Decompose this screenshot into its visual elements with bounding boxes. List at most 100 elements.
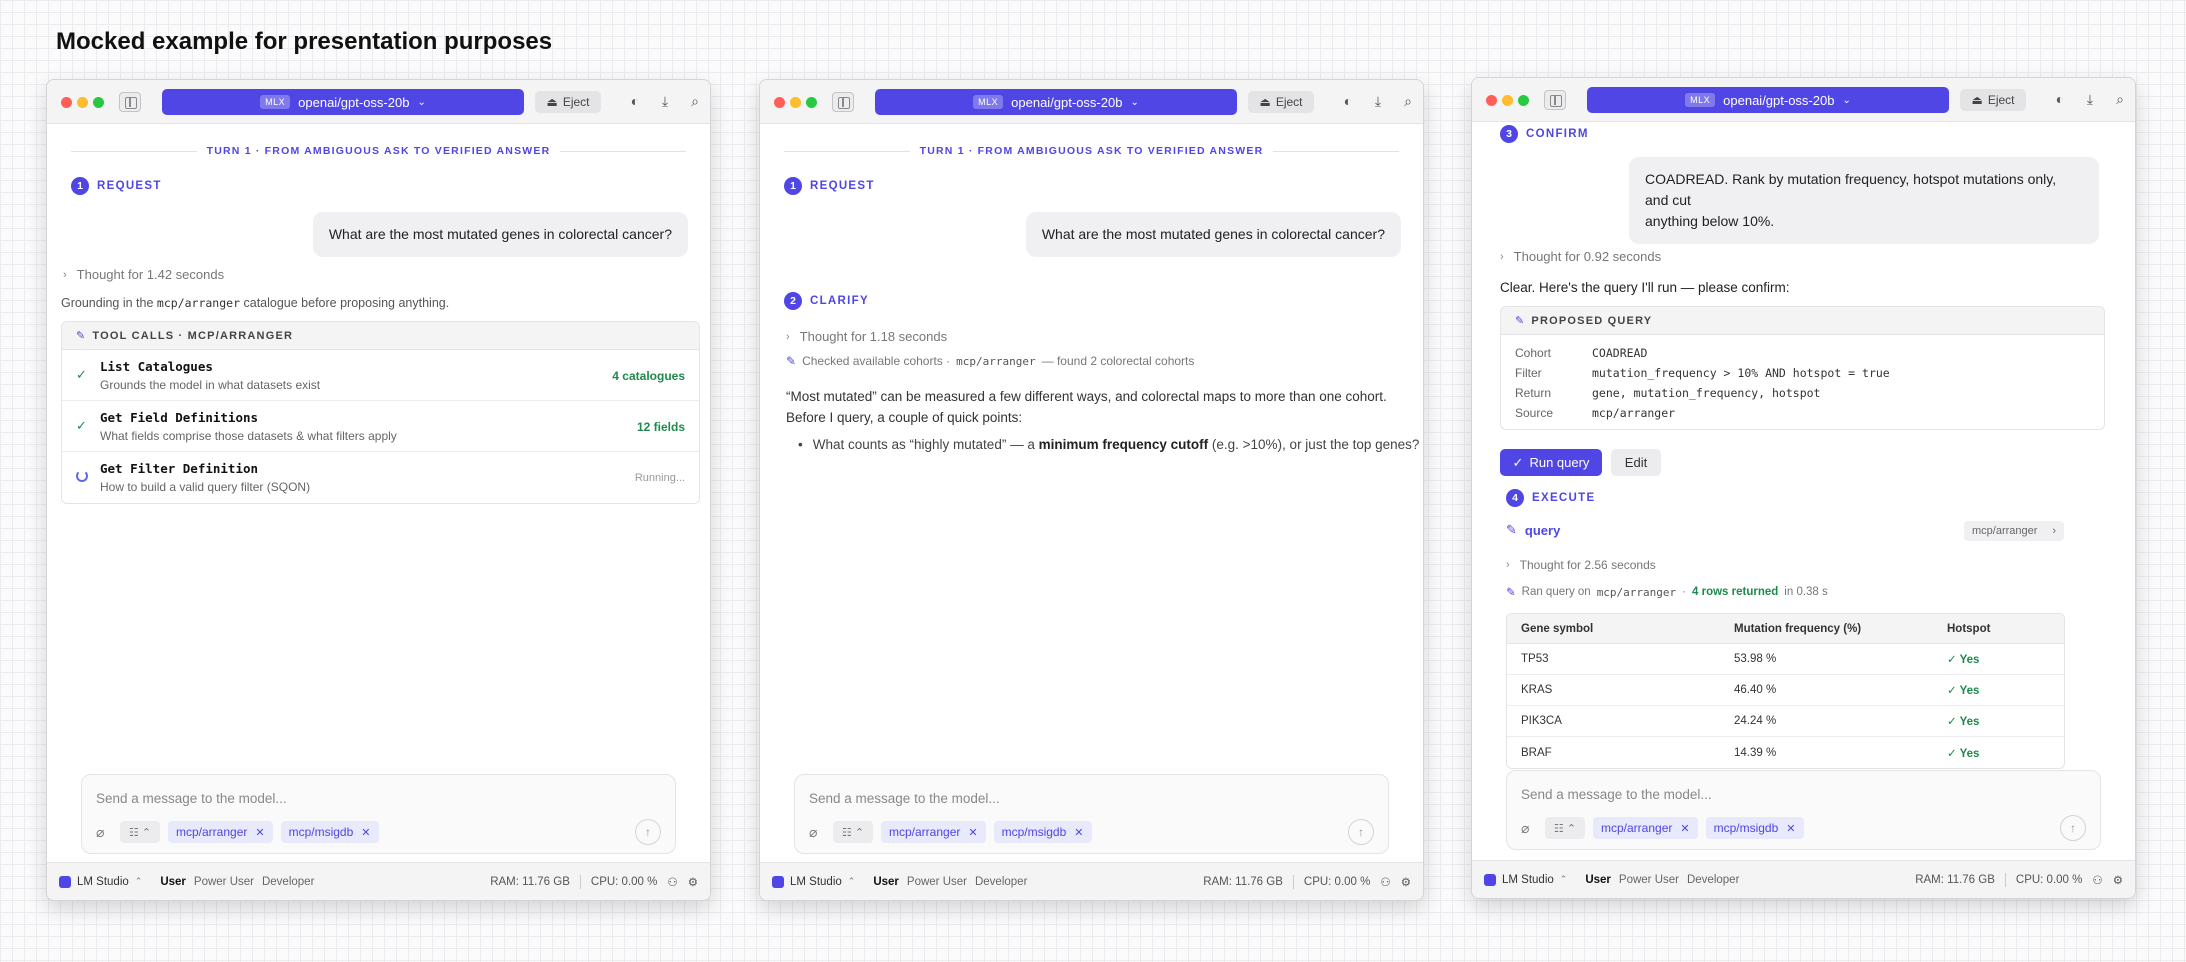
query-source-tag[interactable]: mcp/arranger › <box>1964 521 2064 541</box>
eject-button[interactable]: ⏏ Eject <box>535 91 601 113</box>
tool-desc: Grounds the model in what datasets exist <box>100 378 321 392</box>
user-icon[interactable]: ⚇ <box>667 875 677 889</box>
palette-icon[interactable]: ◐ <box>2052 91 2068 108</box>
maximize-window-button[interactable] <box>1518 95 1529 106</box>
chevron-up-icon[interactable]: ⌃ <box>135 876 143 887</box>
gear-icon[interactable]: ⚙ <box>688 875 698 889</box>
paperclip-icon[interactable]: ⌀ <box>809 824 825 841</box>
close-icon[interactable]: ✕ <box>361 826 370 839</box>
thought-toggle[interactable]: › Thought for 1.18 seconds <box>786 329 947 344</box>
table-row: PIK3CA 24.24 % ✓ Yes <box>1507 706 2064 737</box>
message-input[interactable]: Send a message to the model... <box>809 791 1000 806</box>
send-button[interactable]: ↑ <box>2060 815 2086 841</box>
close-icon[interactable]: ✕ <box>968 826 977 839</box>
app-name[interactable]: LM Studio <box>77 876 129 888</box>
search-icon[interactable]: ⌕ <box>2112 91 2128 108</box>
mcp-chip[interactable]: mcp/msigdb ✕ <box>993 821 1092 843</box>
mode-developer[interactable]: Developer <box>262 876 314 888</box>
close-window-button[interactable] <box>774 97 785 108</box>
column-header[interactable]: Hotspot <box>1933 623 2064 635</box>
ram-readout: RAM: 11.76 GB <box>1915 874 1995 886</box>
mode-user[interactable]: User <box>160 876 186 888</box>
query-row-cohort: Cohort COADREAD <box>1501 343 2104 363</box>
download-icon[interactable]: ⤓ <box>1370 93 1386 110</box>
options-dropdown[interactable]: ☷ ⌃ <box>1545 817 1585 839</box>
maximize-window-button[interactable] <box>806 97 817 108</box>
answer-line-1: COADREAD. Rank by mutation frequency, ho… <box>1645 171 2057 208</box>
mcp-chip[interactable]: mcp/arranger ✕ <box>881 821 986 843</box>
mode-power-user[interactable]: Power User <box>194 876 254 888</box>
tool-result: 12 fields <box>636 420 685 434</box>
user-icon[interactable]: ⚇ <box>1380 875 1390 889</box>
options-dropdown[interactable]: ☷ ⌃ <box>120 821 160 843</box>
eject-button[interactable]: ⏏ Eject <box>1248 91 1314 113</box>
thought-toggle[interactable]: › Thought for 2.56 seconds <box>1506 558 1656 572</box>
step-number: 3 <box>1500 125 1518 143</box>
sidebar-toggle-icon[interactable] <box>1544 90 1566 110</box>
sidebar-toggle-icon[interactable] <box>832 92 854 112</box>
message-input[interactable]: Send a message to the model... <box>96 791 287 806</box>
send-button[interactable]: ↑ <box>1348 819 1374 845</box>
search-icon[interactable]: ⌕ <box>1400 93 1416 110</box>
minimize-window-button[interactable] <box>790 97 801 108</box>
close-icon[interactable]: ✕ <box>1680 822 1689 835</box>
app-name[interactable]: LM Studio <box>1502 874 1554 886</box>
mcp-chip[interactable]: mcp/arranger ✕ <box>168 821 273 843</box>
palette-icon[interactable]: ◐ <box>627 93 643 110</box>
lm-studio-logo <box>1484 873 1496 886</box>
table-header: Gene symbol Mutation frequency (%) Hotspot <box>1507 614 2064 644</box>
column-header[interactable]: Gene symbol <box>1507 623 1720 635</box>
send-button[interactable]: ↑ <box>635 819 661 845</box>
model-selector[interactable]: MLX openai/gpt-oss-20b ⌄ <box>875 89 1237 115</box>
model-selector[interactable]: MLX openai/gpt-oss-20b ⌄ <box>1587 87 1949 113</box>
model-name: openai/gpt-oss-20b <box>1723 92 1835 108</box>
download-icon[interactable]: ⤓ <box>657 93 673 110</box>
download-icon[interactable]: ⤓ <box>2082 91 2098 108</box>
table-row: BRAF 14.39 % ✓ Yes <box>1507 737 2064 768</box>
close-icon[interactable]: ✕ <box>1786 822 1795 835</box>
maximize-window-button[interactable] <box>93 97 104 108</box>
hotspot-value: Yes <box>1959 747 1980 760</box>
tool-row[interactable]: Get Filter Definition How to build a val… <box>62 452 699 503</box>
user-icon[interactable]: ⚇ <box>2092 873 2102 887</box>
column-header[interactable]: Mutation frequency (%) <box>1720 623 1933 635</box>
paperclip-icon[interactable]: ⌀ <box>1521 820 1537 837</box>
mode-user[interactable]: User <box>873 876 899 888</box>
close-window-button[interactable] <box>1486 95 1497 106</box>
gear-icon[interactable]: ⚙ <box>1401 875 1411 889</box>
mode-user[interactable]: User <box>1585 874 1611 886</box>
close-icon[interactable]: ✕ <box>255 826 264 839</box>
close-window-button[interactable] <box>61 97 72 108</box>
search-icon[interactable]: ⌕ <box>687 93 703 110</box>
mode-developer[interactable]: Developer <box>1687 874 1739 886</box>
model-selector[interactable]: MLX openai/gpt-oss-20b ⌄ <box>162 89 524 115</box>
mode-developer[interactable]: Developer <box>975 876 1027 888</box>
mcp-chip[interactable]: mcp/msigdb ✕ <box>280 821 379 843</box>
eject-button[interactable]: ⏏ Eject <box>1960 89 2026 111</box>
hotspot-value: Yes <box>1959 654 1980 666</box>
mode-power-user[interactable]: Power User <box>1619 874 1679 886</box>
thought-toggle[interactable]: › Thought for 0.92 seconds <box>1500 249 1661 264</box>
mode-power-user[interactable]: Power User <box>907 876 967 888</box>
mcp-chip[interactable]: mcp/arranger ✕ <box>1593 817 1698 839</box>
chevron-up-icon[interactable]: ⌃ <box>848 876 856 887</box>
options-dropdown[interactable]: ☷ ⌃ <box>833 821 873 843</box>
gear-icon[interactable]: ⚙ <box>2113 873 2123 887</box>
cpu-readout: CPU: 0.00 % <box>1303 876 1371 888</box>
tool-row[interactable]: ✓ Get Field Definitions What fields comp… <box>62 401 699 452</box>
tool-row[interactable]: ✓ List Catalogues Grounds the model in w… <box>62 350 699 401</box>
thought-toggle[interactable]: › Thought for 1.42 seconds <box>63 267 224 282</box>
paperclip-icon[interactable]: ⌀ <box>96 824 112 841</box>
run-query-button[interactable]: ✓ Run query <box>1500 449 1602 476</box>
chevron-up-icon[interactable]: ⌃ <box>1560 874 1568 885</box>
minimize-window-button[interactable] <box>77 97 88 108</box>
query-tool-call[interactable]: ✎ query <box>1506 522 1560 538</box>
edit-button[interactable]: Edit <box>1611 449 1661 476</box>
close-icon[interactable]: ✕ <box>1074 826 1083 839</box>
mcp-chip[interactable]: mcp/msigdb ✕ <box>1705 817 1804 839</box>
minimize-window-button[interactable] <box>1502 95 1513 106</box>
message-input[interactable]: Send a message to the model... <box>1521 787 1712 802</box>
app-name[interactable]: LM Studio <box>790 876 842 888</box>
sidebar-toggle-icon[interactable] <box>119 92 141 112</box>
palette-icon[interactable]: ◐ <box>1340 93 1356 110</box>
